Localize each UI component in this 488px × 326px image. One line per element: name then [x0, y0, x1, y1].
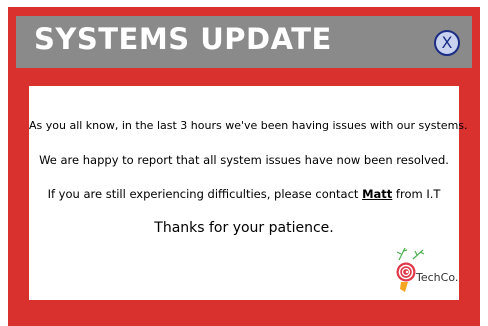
dialog-title: SYSTEMS UPDATE: [34, 22, 332, 56]
dialog-titlebar: SYSTEMS UPDATE X: [16, 16, 472, 68]
update-dialog: SYSTEMS UPDATE X As you all know, in the…: [8, 7, 480, 326]
message-line-3-prefix: If you are still experiencing difficulti…: [47, 187, 363, 201]
close-button[interactable]: X: [434, 30, 460, 56]
thanks-message: Thanks for your patience.: [154, 220, 334, 236]
message-line-3: If you are still experiencing difficulti…: [29, 187, 459, 201]
message-line-2: We are happy to report that all system i…: [39, 153, 449, 167]
contact-link[interactable]: Matt: [362, 187, 392, 201]
brand-name: TechCo.: [416, 271, 459, 284]
message-line-3-suffix: from I.T: [392, 187, 441, 201]
message-line-1: As you all know, in the last 3 hours we'…: [29, 119, 468, 132]
dialog-content: As you all know, in the last 3 hours we'…: [29, 86, 468, 300]
close-icon: X: [441, 33, 453, 52]
